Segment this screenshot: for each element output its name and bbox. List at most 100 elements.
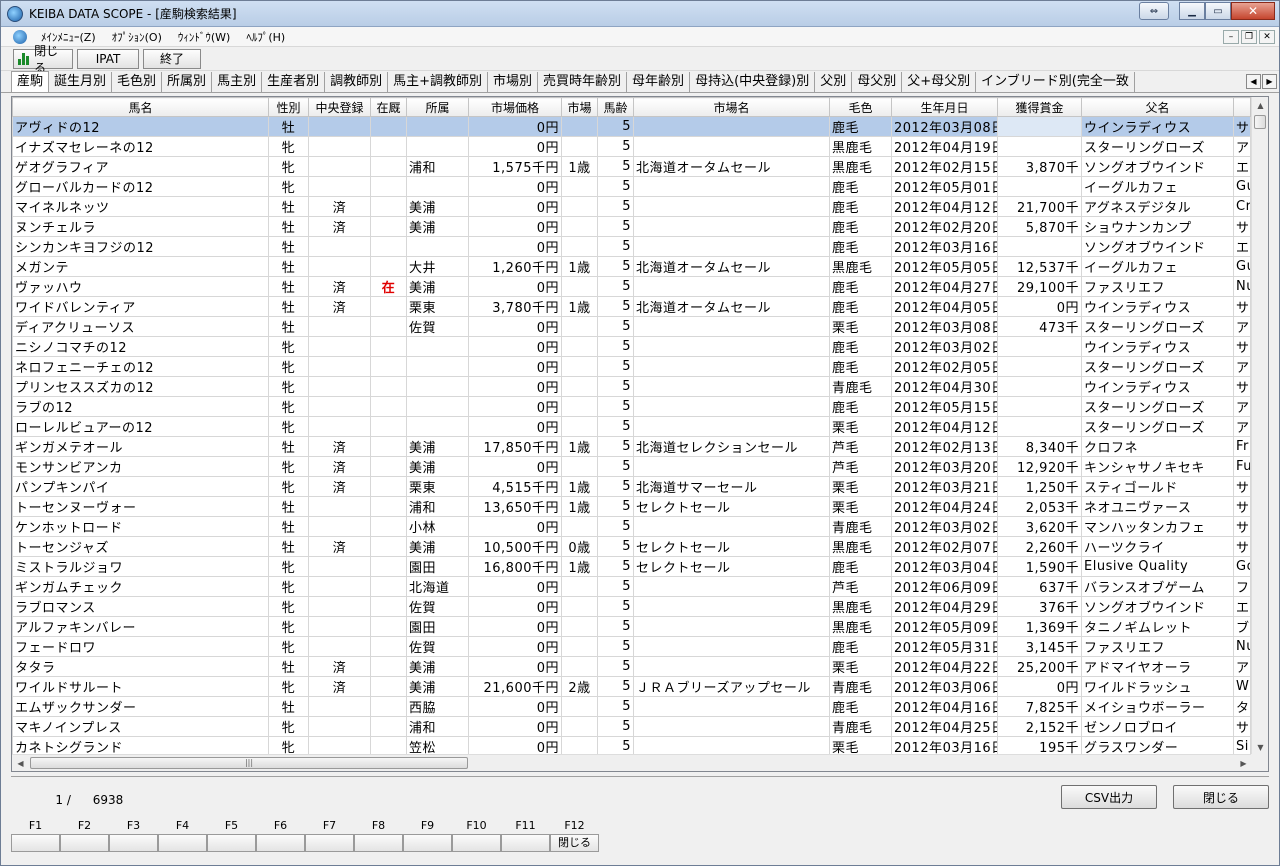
table-row[interactable]: ニシノコマチの12 牝 0円 5 鹿毛 2012年03月02日 ウインラディウスサ [12, 336, 1251, 357]
tab-5[interactable]: 生産者別 [262, 72, 326, 92]
tab-2[interactable]: 毛色別 [112, 72, 163, 92]
tab-3[interactable]: 所属別 [162, 72, 213, 92]
table-row[interactable]: ヌンチェルラ牡済 美浦 0円 5 鹿毛 2012年02月20日 5,870千 ショウナンカンプ… [12, 216, 1251, 237]
table-row[interactable]: マキノインプレス牝 浦和 0円 5 青鹿毛 2012年04月25日 2,152千 ゼンノロブロ… [12, 716, 1251, 737]
column-header[interactable]: 在厩 [370, 97, 407, 117]
fkey-button[interactable] [452, 834, 501, 852]
tab-1[interactable]: 誕生月別 [49, 72, 113, 92]
table-row[interactable]: ラブの12 牝 0円 5 鹿毛 2012年05月15日 スターリングローズア [12, 396, 1251, 417]
table-row[interactable]: ギンガメテオール牡済 美浦 17,850千円 1歳 5 北海道セレクションセール 芦毛 201… [12, 436, 1251, 457]
fkey-button[interactable] [109, 834, 158, 852]
fkey-f1[interactable]: F1 [11, 816, 60, 852]
fkey-f4[interactable]: F4 [158, 816, 207, 852]
tab-11[interactable]: 母持込(中央登録)別 [690, 72, 816, 92]
column-header[interactable]: 馬名 [12, 97, 269, 117]
fkey-f3[interactable]: F3 [109, 816, 158, 852]
fkey-f7[interactable]: F7 [305, 816, 354, 852]
restore-double-icon[interactable]: ⇔ [1139, 2, 1169, 20]
fkey-button[interactable] [501, 834, 550, 852]
minimize-button[interactable]: ▁ [1179, 2, 1205, 20]
menu-options[interactable]: ｵﾌﾟｼｮﾝ(O) [104, 29, 170, 45]
column-header[interactable]: 毛色 [829, 97, 892, 117]
mdi-close-button[interactable]: ✕ [1259, 29, 1275, 44]
table-row[interactable]: フェードロワ牝 佐賀0円 5 鹿毛2012年05月31日3,145千ファスリエフNu [12, 636, 1251, 657]
table-row[interactable]: マイネルネッツ牡済 美浦 0円 5 鹿毛 2012年04月12日 21,700千 アグネスデジ… [12, 196, 1251, 217]
table-row[interactable]: パンプキンパイ牝済 栗東 4,515千円 1歳 5 北海道サマーセール 栗毛 2012年03月… [12, 476, 1251, 497]
fkey-f11[interactable]: F11 [501, 816, 550, 852]
table-row[interactable]: ラブロマンス牝 佐賀 0円 5 黒鹿毛 2012年04月29日 376千 ソングオブウインドエ [12, 596, 1251, 617]
table-row[interactable]: ヴァッハウ牡済在美浦 0円 5 鹿毛 2012年04月27日 29,100千 ファスリエフ N… [12, 276, 1251, 297]
fkey-button[interactable] [354, 834, 403, 852]
menu-help[interactable]: ﾍﾙﾌﾟ(H) [238, 29, 293, 45]
fkey-f12[interactable]: F12 閉じる [550, 816, 599, 852]
table-row[interactable]: ディアクリューソス牡 佐賀 0円 5 栗毛 2012年03月08日 473千 スターリングロー… [12, 316, 1251, 337]
tab-14[interactable]: 父+母父別 [902, 72, 977, 92]
fkey-f9[interactable]: F9 [403, 816, 452, 852]
results-grid[interactable]: 馬名 性別 中央登録 在厩 所属 市場価格 市場 馬齢 市場名 毛色 生年月日 獲得賞金 父名 アヴィド… [11, 96, 1269, 772]
end-button[interactable]: 終了 [143, 48, 201, 69]
fkey-button[interactable] [403, 834, 452, 852]
tab-10[interactable]: 母年齢別 [627, 72, 691, 92]
tab-4[interactable]: 馬主別 [212, 72, 263, 92]
fkey-button[interactable] [256, 834, 305, 852]
column-header[interactable]: 父名 [1081, 97, 1234, 117]
ipat-button[interactable]: IPAT [77, 48, 139, 69]
table-row[interactable]: トーセンヌーヴォー牡 浦和 13,650千円 1歳 5 セレクトセール 栗毛 2012年04月… [12, 496, 1251, 517]
table-row[interactable]: ギンガムチェック牝 北海道 0円 5 芦毛 2012年06月09日 637千 バランスオブゲー… [12, 576, 1251, 597]
fkey-f8[interactable]: F8 [354, 816, 403, 852]
column-header[interactable]: 性別 [268, 97, 309, 117]
fkey-button[interactable] [207, 834, 256, 852]
tab-0[interactable]: 産駒 [11, 71, 50, 92]
table-row[interactable]: アルファキンバレー牝 園田 0円 5 黒鹿毛 2012年05月09日 1,369千 タニノギム… [12, 616, 1251, 637]
column-header[interactable]: 獲得賞金 [997, 97, 1082, 117]
column-header[interactable]: 市場 [561, 97, 598, 117]
fkey-button[interactable] [305, 834, 354, 852]
table-row[interactable]: イナズマセレーネの12 牝 0円 5 黒鹿毛 2012年04月19日 スターリングローズア [12, 136, 1251, 157]
tab-13[interactable]: 母父別 [852, 72, 903, 92]
tab-8[interactable]: 市場別 [488, 72, 539, 92]
table-row[interactable]: エムザックサンダー牡 西脇 0円 5 鹿毛 2012年04月16日 7,825千 メイショウボ… [12, 696, 1251, 717]
table-row[interactable]: モンサンビアンカ牝済 美浦 0円 5 芦毛 2012年03月20日 12,920千 キンシャサ… [12, 456, 1251, 477]
column-header[interactable]: 市場名 [633, 97, 830, 117]
vertical-scroll-thumb[interactable] [1254, 115, 1266, 129]
title-bar[interactable]: KEIBA DATA SCOPE - [産駒検索結果] ⇔ ▁ ▭ ✕ [1, 1, 1279, 27]
table-row[interactable]: ネロフェニーチェの12 牝 0円 5 鹿毛 2012年02月05日 スターリングローズア [12, 356, 1251, 377]
horizontal-scroll-thumb[interactable]: ||| [30, 757, 468, 769]
table-row[interactable]: メガンテ牡 大井 1,260千円 1歳 5 北海道オータムセール 黒鹿毛 2012年05月05… [12, 256, 1251, 277]
menu-window[interactable]: ｳｨﾝﾄﾞｳ(W) [170, 29, 238, 45]
fkey-f5[interactable]: F5 [207, 816, 256, 852]
tab-7[interactable]: 馬主+調教師別 [388, 72, 489, 92]
toolbar-close-button[interactable]: 閉じる [13, 44, 73, 75]
tab-scroll-left-icon[interactable]: ◀ [1246, 74, 1261, 89]
mdi-restore-button[interactable]: ❐ [1241, 29, 1257, 44]
table-row[interactable]: シンカンキヨフジの12 牡 0円 5 鹿毛 2012年03月16日 ソングオブウインドエ [12, 236, 1251, 257]
column-header[interactable]: 馬齢 [597, 97, 634, 117]
fkey-f10[interactable]: F10 [452, 816, 501, 852]
scroll-left-icon[interactable]: ◀ [12, 755, 29, 771]
table-row[interactable]: トーセンジャズ牡済 美浦 10,500千円 0歳 5 セレクトセール 黒鹿毛 2012年02月… [12, 536, 1251, 557]
table-row[interactable]: グローバルカードの12牝 0円 5 鹿毛2012年05月01日 イーグルカフェGu [12, 176, 1251, 197]
horizontal-scrollbar[interactable]: ◀ ||| ▶ [12, 754, 1252, 771]
close-button[interactable]: 閉じる [1173, 785, 1269, 809]
fkey-button[interactable] [158, 834, 207, 852]
table-row[interactable]: ゲオグラフィア牝 浦和 1,575千円 1歳 5 北海道オータムセール 黒鹿毛 2012年02… [12, 156, 1251, 177]
fkey-button[interactable] [11, 834, 60, 852]
mdi-minimize-button[interactable]: – [1223, 29, 1239, 44]
table-row[interactable]: アヴィドの12 牡 0円 5 鹿毛 2012年03月08日 ウインラディウスサ [12, 116, 1251, 137]
fkey-button[interactable]: 閉じる [550, 834, 599, 852]
app-menu-icon[interactable] [13, 29, 27, 44]
table-row[interactable]: ミストラルジョワ牝 園田 16,800千円 1歳 5 セレクトセール 鹿毛 2012年03月0… [12, 556, 1251, 577]
table-row[interactable]: ローレルビュアーの12 牝 0円 5 栗毛 2012年04月12日 スターリングローズア [12, 416, 1251, 437]
fkey-button[interactable] [60, 834, 109, 852]
table-row[interactable]: ワイルドサルート牝済 美浦 21,600千円 2歳 5 ＪＲＡブリーズアップセール 青鹿毛 2… [12, 676, 1251, 697]
column-header[interactable]: 生年月日 [891, 97, 998, 117]
table-row[interactable]: ワイドバレンティア牡済 栗東 3,780千円 1歳 5 北海道オータムセール 鹿毛 2012年… [12, 296, 1251, 317]
column-header[interactable]: 所属 [406, 97, 469, 117]
vertical-scrollbar[interactable]: ▲ ▼ [1251, 97, 1268, 756]
tab-scroll-right-icon[interactable]: ▶ [1262, 74, 1277, 89]
maximize-button[interactable]: ▭ [1205, 2, 1231, 20]
table-row[interactable]: タタラ牡済 美浦 0円 5 栗毛 2012年04月22日 25,200千 アドマイヤオーラア [12, 656, 1251, 677]
close-window-button[interactable]: ✕ [1231, 2, 1275, 20]
table-row[interactable]: ケンホットロード牡 小林 0円 5 青鹿毛 2012年03月02日 3,620千 マンハッタン… [12, 516, 1251, 537]
table-row[interactable]: プリンセススズカの12 牝 0円 5 青鹿毛 2012年04月30日 ウインラディウスサ [12, 376, 1251, 397]
